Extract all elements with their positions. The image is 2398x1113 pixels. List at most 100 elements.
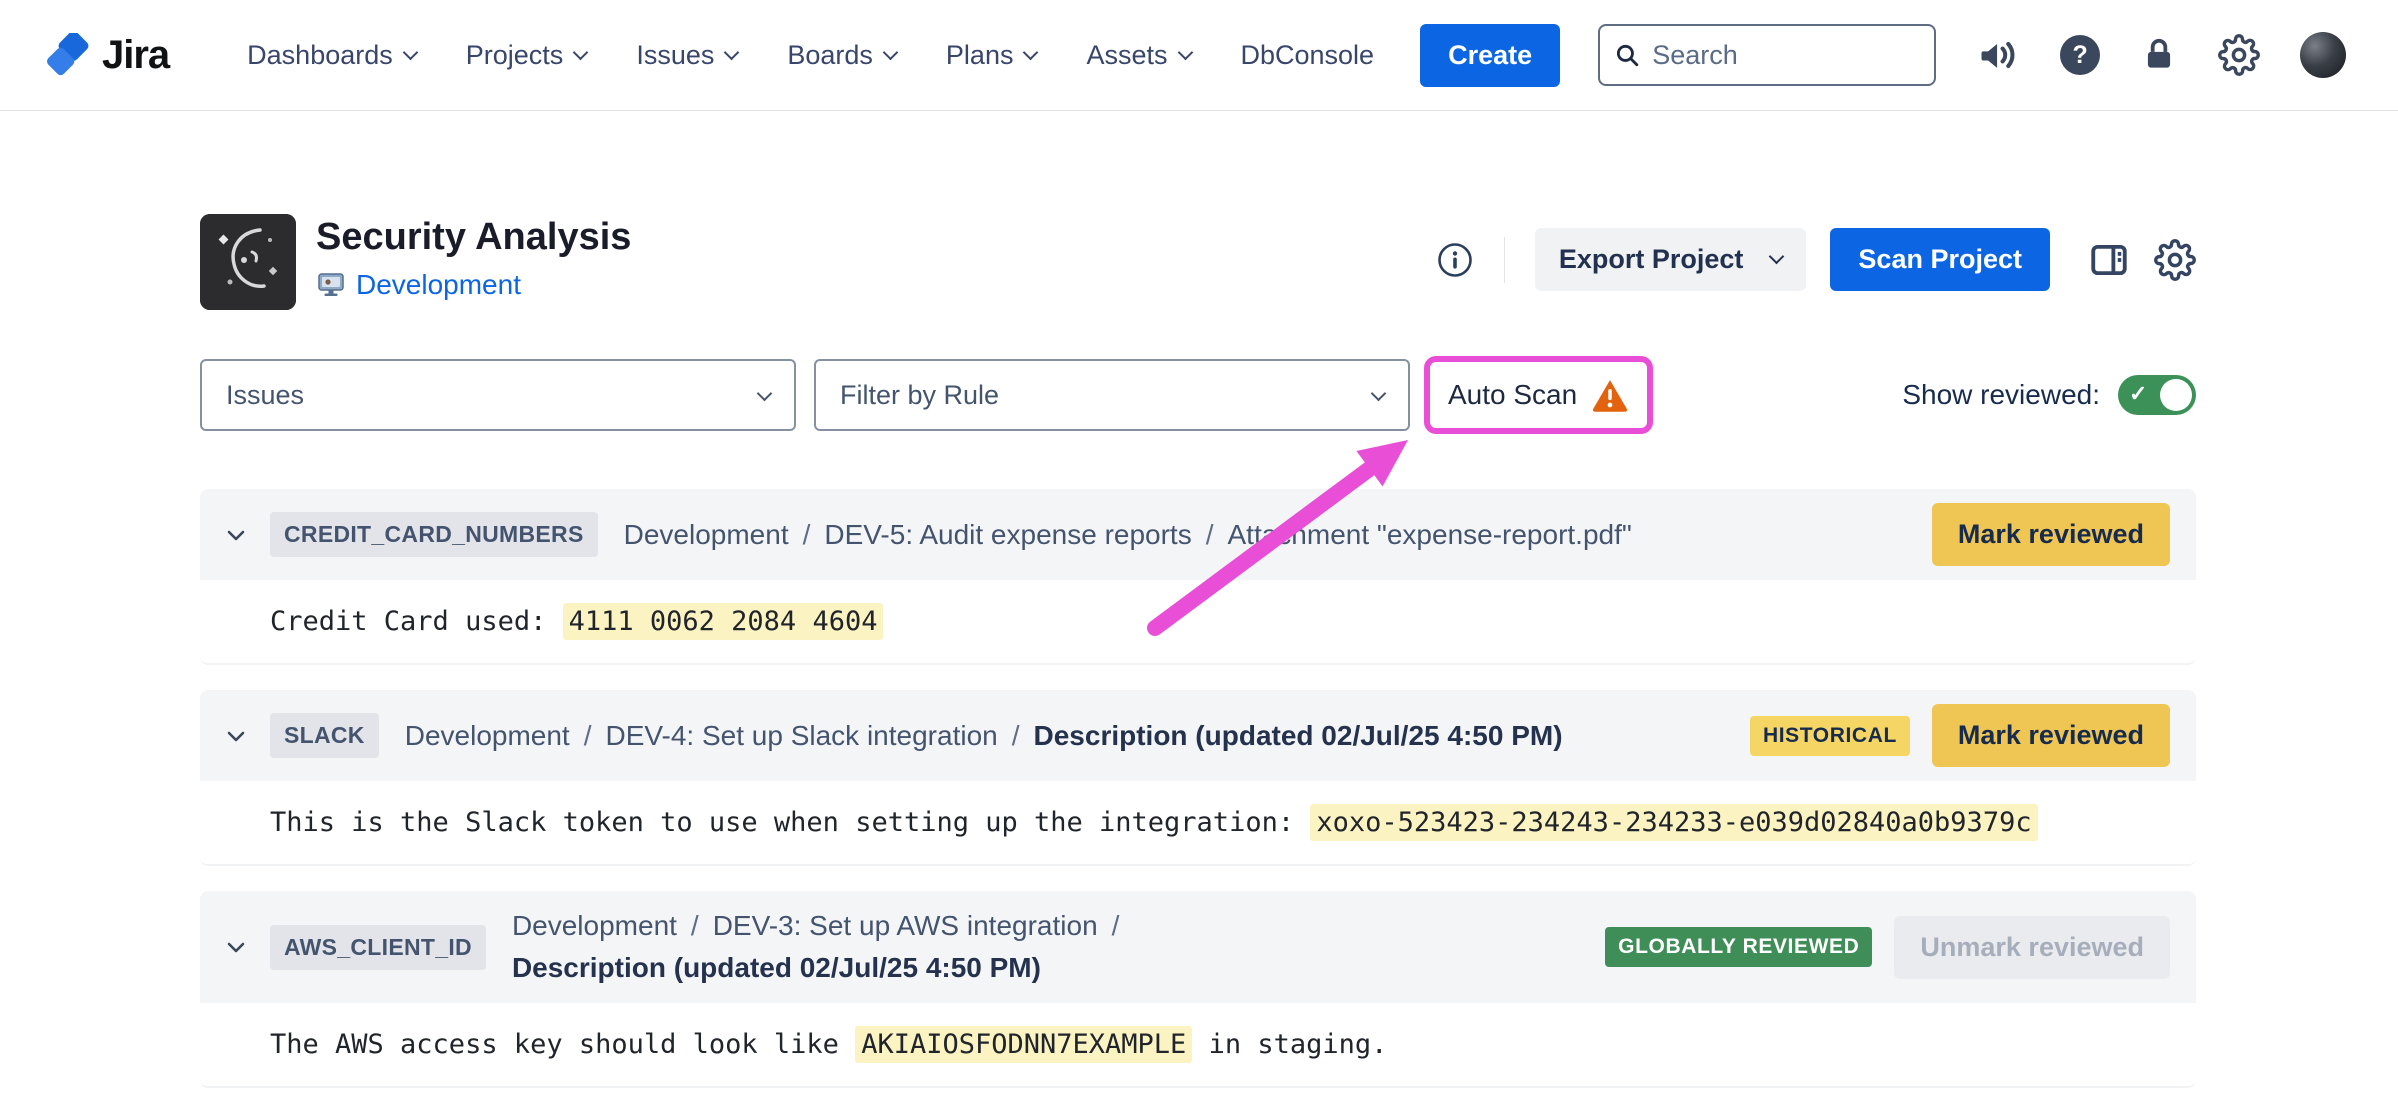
breadcrumb-row: Development / DEV-3: Set up AWS integrat…	[512, 905, 1605, 947]
breadcrumb-segment: Development	[512, 905, 677, 947]
page-title: Security Analysis	[316, 216, 631, 259]
breadcrumb-segment: DEV-4: Set up Slack integration	[606, 720, 998, 752]
create-button[interactable]: Create	[1420, 24, 1560, 87]
project-titles: Security Analysis Development	[316, 214, 631, 301]
info-icon	[1436, 241, 1474, 279]
finding-header: CREDIT_CARD_NUMBERS Development / DEV-5:…	[200, 489, 2196, 580]
rule-badge: SLACK	[270, 713, 379, 758]
info-button[interactable]	[1436, 241, 1474, 279]
collapse-chevron-icon[interactable]	[226, 940, 246, 954]
jira-logo[interactable]: Jira	[46, 33, 169, 78]
issues-select[interactable]: Issues	[200, 359, 796, 431]
nav-label: Dashboards	[247, 40, 393, 71]
project-settings-button[interactable]	[2154, 239, 2196, 281]
search-box[interactable]	[1598, 24, 1936, 86]
search-input[interactable]	[1650, 39, 1920, 72]
breadcrumb: Development / DEV-3: Set up AWS integrat…	[512, 905, 1605, 989]
finding-text: The AWS access key should look like	[270, 1029, 855, 1060]
nav-item-dbconsole[interactable]: DbConsole	[1241, 40, 1375, 71]
layout-view-button[interactable]	[2088, 239, 2130, 281]
megaphone-icon	[1976, 33, 2020, 77]
chevron-down-icon	[757, 385, 773, 401]
nav-item-plans[interactable]: Plans	[946, 40, 1037, 71]
layout-panel-icon	[2088, 239, 2130, 281]
nav-label: Assets	[1086, 40, 1167, 71]
breadcrumb-segment: Development	[405, 720, 570, 752]
chevron-down-icon	[1023, 44, 1039, 60]
chevron-down-icon	[1769, 249, 1785, 265]
chevron-down-icon	[573, 44, 589, 60]
breadcrumb-separator: /	[691, 905, 699, 947]
historical-badge: HISTORICAL	[1750, 716, 1910, 756]
filter-toolbar: Issues Filter by Rule Auto Scan Show rev…	[200, 356, 2196, 434]
project-header: Security Analysis Development	[200, 214, 2196, 310]
export-project-button[interactable]: Export Project	[1535, 228, 1807, 291]
navbar-icons: ?	[1976, 32, 2346, 78]
gear-icon	[2218, 34, 2260, 76]
header-actions: Export Project Scan Project	[1436, 214, 2196, 291]
search-icon	[1614, 40, 1640, 70]
finding-header: AWS_CLIENT_ID Development / DEV-3: Set u…	[200, 891, 2196, 1003]
nav-label: Boards	[787, 40, 873, 71]
security-button[interactable]	[2140, 36, 2178, 74]
lock-icon	[2140, 36, 2178, 74]
secret-highlight: xoxo-523423-234243-234233-e039d02840a0b9…	[1310, 804, 2037, 841]
project-breadcrumb: Development	[316, 269, 631, 301]
findings-list: CREDIT_CARD_NUMBERS Development / DEV-5:…	[200, 489, 2196, 1088]
top-navbar: Jira Dashboards Projects Issues Boards P…	[0, 0, 2398, 111]
finding-card-credit-card: CREDIT_CARD_NUMBERS Development / DEV-5:…	[200, 489, 2196, 665]
check-icon: ✓	[2129, 381, 2147, 407]
breadcrumb-separator: /	[1012, 720, 1020, 752]
export-project-label: Export Project	[1559, 244, 1744, 275]
gear-icon	[2154, 239, 2196, 281]
show-reviewed-control: Show reviewed: ✓	[1902, 375, 2196, 415]
breadcrumb: Development / DEV-5: Audit expense repor…	[624, 519, 1932, 551]
nav-item-dashboards[interactable]: Dashboards	[247, 40, 416, 71]
mark-reviewed-button[interactable]: Mark reviewed	[1932, 503, 2170, 566]
secret-highlight: 4111 0062 2084 4604	[563, 603, 884, 640]
show-reviewed-toggle[interactable]: ✓	[2118, 375, 2196, 415]
project-avatar-art	[200, 214, 296, 310]
mark-reviewed-button[interactable]: Mark reviewed	[1932, 704, 2170, 767]
collapse-chevron-icon[interactable]	[226, 528, 246, 542]
collapse-chevron-icon[interactable]	[226, 729, 246, 743]
finding-text: Credit Card used:	[270, 606, 563, 637]
auto-scan-control[interactable]: Auto Scan	[1424, 356, 1653, 434]
rule-select-value: Filter by Rule	[840, 380, 999, 411]
nav-item-issues[interactable]: Issues	[636, 40, 737, 71]
breadcrumb-separator: /	[1206, 519, 1214, 551]
breadcrumb-segment: DEV-3: Set up AWS integration	[713, 905, 1098, 947]
breadcrumb-segment: Description (updated 02/Jul/25 4:50 PM)	[512, 947, 1041, 989]
chevron-down-icon	[1177, 44, 1193, 60]
breadcrumb-segment: Attachment "expense-report.pdf"	[1228, 519, 1632, 551]
jira-logo-icon	[46, 33, 90, 77]
divider	[1504, 237, 1505, 283]
show-reviewed-label: Show reviewed:	[1902, 379, 2100, 411]
toggle-knob	[2160, 379, 2192, 411]
nav-item-projects[interactable]: Projects	[466, 40, 587, 71]
brand-name: Jira	[102, 33, 169, 78]
chevron-down-icon	[1371, 385, 1387, 401]
announcement-button[interactable]	[1976, 33, 2020, 77]
unmark-reviewed-button[interactable]: Unmark reviewed	[1894, 916, 2170, 979]
question-mark-icon: ?	[2072, 41, 2087, 70]
chevron-down-icon	[724, 44, 740, 60]
nav-label: DbConsole	[1241, 40, 1375, 71]
breadcrumb-segment: Description (updated 02/Jul/25 4:50 PM)	[1034, 720, 1563, 752]
finding-card-slack: SLACK Development / DEV-4: Set up Slack …	[200, 690, 2196, 866]
help-button[interactable]: ?	[2060, 35, 2100, 75]
secret-highlight: AKIAIOSFODNN7EXAMPLE	[855, 1026, 1192, 1063]
nav-item-boards[interactable]: Boards	[787, 40, 896, 71]
rule-badge: CREDIT_CARD_NUMBERS	[270, 512, 598, 557]
project-avatar	[200, 214, 296, 310]
breadcrumb-segment: DEV-5: Audit expense reports	[824, 519, 1191, 551]
settings-button[interactable]	[2218, 34, 2260, 76]
nav-item-assets[interactable]: Assets	[1086, 40, 1190, 71]
filter-by-rule-select[interactable]: Filter by Rule	[814, 359, 1410, 431]
project-link[interactable]: Development	[356, 269, 521, 301]
scan-project-button[interactable]: Scan Project	[1830, 228, 2050, 291]
user-avatar[interactable]	[2300, 32, 2346, 78]
finding-text: in staging.	[1192, 1029, 1387, 1060]
finding-content: Credit Card used: 4111 0062 2084 4604	[200, 580, 2196, 665]
nav-label: Projects	[466, 40, 564, 71]
